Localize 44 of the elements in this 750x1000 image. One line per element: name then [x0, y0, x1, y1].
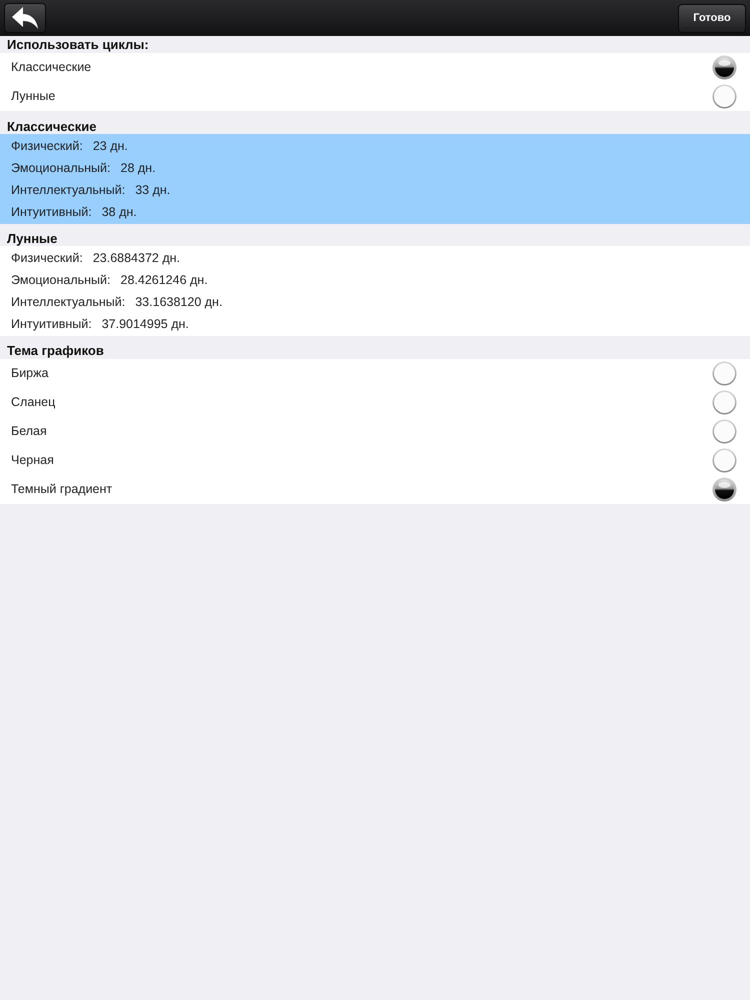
radio-button[interactable] — [712, 361, 737, 386]
option-row[interactable]: Лунные — [0, 82, 750, 111]
section-header: Использовать циклы: — [7, 38, 149, 51]
cycle-value: 38 дн. — [102, 204, 137, 221]
option-label: Темный градиент — [11, 481, 112, 498]
radio-button[interactable] — [712, 84, 737, 109]
back-button[interactable] — [4, 3, 46, 33]
option-row[interactable]: Черная — [0, 446, 750, 475]
cycle-value: 28.4261246 дн. — [120, 272, 208, 289]
section-header: Лунные — [7, 232, 58, 245]
cycle-value: 23.6884372 дн. — [92, 250, 180, 267]
option-row[interactable]: Сланец — [0, 388, 750, 417]
cycle-label: Физический: — [11, 138, 83, 155]
option-label: Черная — [11, 452, 54, 470]
option-label: Сланец — [11, 394, 56, 412]
cycle-value: 33.1638120 дн. — [135, 294, 222, 311]
option-row[interactable]: Биржа — [0, 359, 750, 388]
option-label: Биржа — [11, 365, 48, 382]
back-arrow-icon — [12, 7, 38, 29]
option-row[interactable]: Темный градиент — [0, 475, 750, 504]
radio-button[interactable] — [712, 419, 737, 444]
cycle-label: Интуитивный: — [11, 204, 92, 221]
radio-button[interactable] — [712, 55, 737, 80]
option-label: Белая — [11, 423, 47, 440]
done-button[interactable]: Готово — [678, 4, 746, 32]
option-row[interactable]: Белая — [0, 417, 750, 446]
cycle-label: Эмоциональный: — [11, 160, 110, 177]
cycle-label: Физический: — [11, 250, 83, 267]
option-label: Классические — [11, 59, 92, 76]
radio-button[interactable] — [712, 448, 737, 473]
cycle-value: 37.9014995 дн. — [102, 316, 189, 333]
option-label: Лунные — [11, 88, 56, 106]
cycle-value: 33 дн. — [135, 182, 170, 199]
section-header: Классические — [7, 120, 96, 133]
section-header: Тема графиков — [7, 344, 104, 357]
radio-button[interactable] — [712, 390, 737, 415]
cycle-value: 23 дн. — [92, 138, 128, 155]
radio-button[interactable] — [712, 477, 737, 502]
cycle-value: 28 дн. — [120, 160, 156, 177]
option-row[interactable]: Классические — [0, 53, 750, 82]
cycle-label: Эмоциональный: — [11, 272, 110, 289]
cycle-label: Интеллектуальный: — [11, 294, 126, 311]
cycle-label: Интеллектуальный: — [11, 182, 126, 199]
cycle-label: Интуитивный: — [11, 316, 92, 333]
